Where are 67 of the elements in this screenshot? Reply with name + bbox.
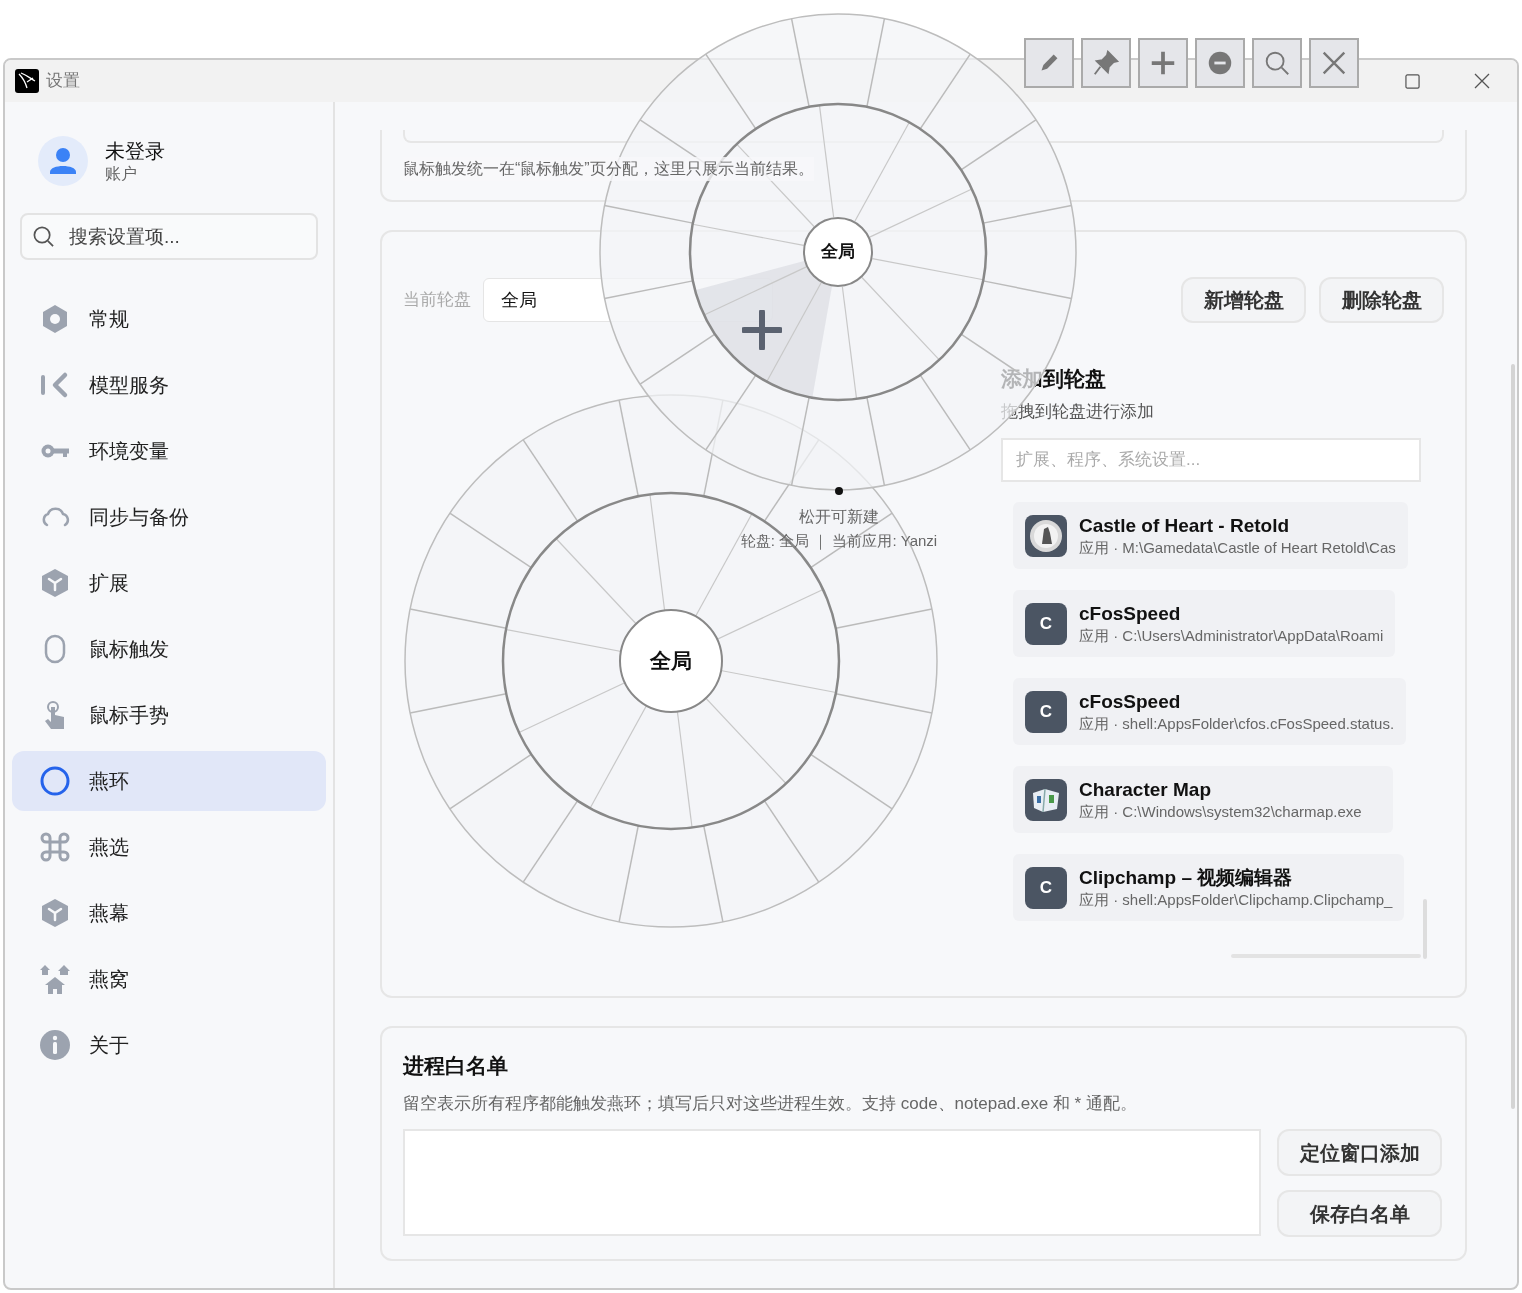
toolbar-button[interactable] — [1081, 38, 1131, 88]
search-field[interactable]: 搜索设置项... — [20, 213, 318, 260]
release-hint: 松开可新建 — [798, 507, 880, 527]
sidebar-item[interactable]: 鼠标手势 — [12, 685, 326, 745]
pin-icon — [1091, 48, 1121, 78]
app-path: 应用 · M:\Gamedata\Castle of Heart Retold\Cas — [1079, 537, 1396, 558]
sidebar-item[interactable]: 关于 — [12, 1015, 326, 1075]
app-list-item[interactable]: C Clipchamp – 视频编辑器 应用 · shell:AppsFolder\Clipchamp.Clipchamp_ — [1013, 854, 1405, 921]
info-icon — [39, 1029, 71, 1061]
whitelist-input[interactable] — [403, 1129, 1261, 1236]
sidebar-item[interactable]: 燕窝 — [12, 949, 326, 1009]
wheel-action-button[interactable]: 删除轮盘 — [1319, 277, 1444, 323]
command-key-icon — [39, 831, 71, 863]
account-name: 未登录 — [105, 139, 165, 164]
app-path: 应用 · shell:AppsFolder\cfos.cFosSpeed.status. — [1079, 713, 1395, 734]
app-path: 应用 · C:\Users\Administrator\AppData\Roami — [1079, 625, 1384, 646]
toolbar-button[interactable] — [1252, 38, 1302, 88]
account-label: 账户 — [105, 164, 138, 184]
app-name: cFosSpeed — [1079, 689, 1182, 714]
app-path: 应用 · shell:AppsFolder\Clipchamp.Clipchamp_ — [1079, 889, 1393, 910]
app-icon — [1025, 514, 1067, 557]
whitelist-title: 进程白名单 — [403, 1053, 509, 1079]
sidebar-item[interactable]: 燕环 — [12, 751, 326, 811]
app-letter-icon: C — [1025, 602, 1067, 645]
avatar-icon[interactable] — [38, 136, 88, 186]
panel-subtitle: 拖拽到轮盘进行添加 — [1001, 400, 1155, 423]
houses-icon — [39, 963, 71, 995]
whitelist-button[interactable]: 定位窗口添加 — [1277, 1129, 1442, 1176]
app-path: 应用 · C:\Windows\system32\charmap.exe — [1079, 801, 1362, 822]
current-wheel-label: 当前轮盘 — [403, 289, 471, 312]
search-icon — [32, 225, 55, 248]
wheel-action-button[interactable]: 新增轮盘 — [1181, 277, 1306, 323]
app-name: Castle of Heart - Retold — [1079, 513, 1291, 538]
app-letter-icon: C — [1025, 690, 1067, 733]
app-name: cFosSpeed — [1079, 601, 1182, 626]
app-list-item[interactable]: Character Map 应用 · C:\Windows\system32\charmap.exe — [1013, 766, 1393, 833]
whitelist-button[interactable]: 保存白名单 — [1277, 1190, 1442, 1237]
sidebar-item[interactable]: 鼠标触发 — [12, 619, 326, 679]
app-list-item[interactable]: C cFosSpeed 应用 · shell:AppsFolder\cfos.cFosSpeed.status. — [1013, 678, 1407, 745]
scrollbar[interactable] — [1511, 364, 1515, 1109]
close-icon — [1474, 73, 1490, 89]
window-title: 设置 — [46, 70, 80, 93]
sidebar-item[interactable]: 燕幕 — [12, 883, 326, 943]
toolbar-button[interactable] — [1309, 38, 1359, 88]
app-list-item[interactable]: C cFosSpeed 应用 · C:\Users\Administrator\AppData\Roami — [1013, 590, 1396, 657]
sidebar-item[interactable]: 环境变量 — [12, 421, 326, 481]
maximize-icon — [1404, 73, 1420, 89]
whitelist-description: 留空表示所有程序都能触发燕环；填写后只对这些进程生效。支持 code、notepad.exe 和 * 通配。 — [403, 1092, 1138, 1115]
app-list-item[interactable]: Castle of Heart - Retold 应用 · M:\Gamedata\Castle of Heart Retold\Cas — [1013, 502, 1408, 569]
app-icon — [1025, 778, 1067, 821]
toolbar-button[interactable] — [1195, 38, 1245, 88]
sidebar-item[interactable]: 同步与备份 — [12, 487, 326, 547]
sidebar-item[interactable]: 扩展 — [12, 553, 326, 613]
sidebar-item[interactable]: 常规 — [12, 289, 326, 349]
app-name: Clipchamp – 视频编辑器 — [1079, 865, 1294, 890]
toolbar-button[interactable] — [1024, 38, 1074, 88]
toolbar-button[interactable] — [1138, 38, 1188, 88]
add-search-field[interactable]: 扩展、程序、系统设置... — [1001, 438, 1421, 482]
sidebar-item[interactable]: 模型服务 — [12, 355, 326, 415]
cube-icon — [39, 567, 71, 599]
app-name: Character Map — [1079, 777, 1212, 802]
ring-icon — [39, 765, 71, 797]
app-logo-icon — [15, 69, 39, 93]
plus-icon — [742, 310, 782, 350]
app-letter-icon: C — [1025, 866, 1067, 909]
cube-icon — [39, 897, 71, 929]
sidebar-item[interactable]: 燕选 — [12, 817, 326, 877]
